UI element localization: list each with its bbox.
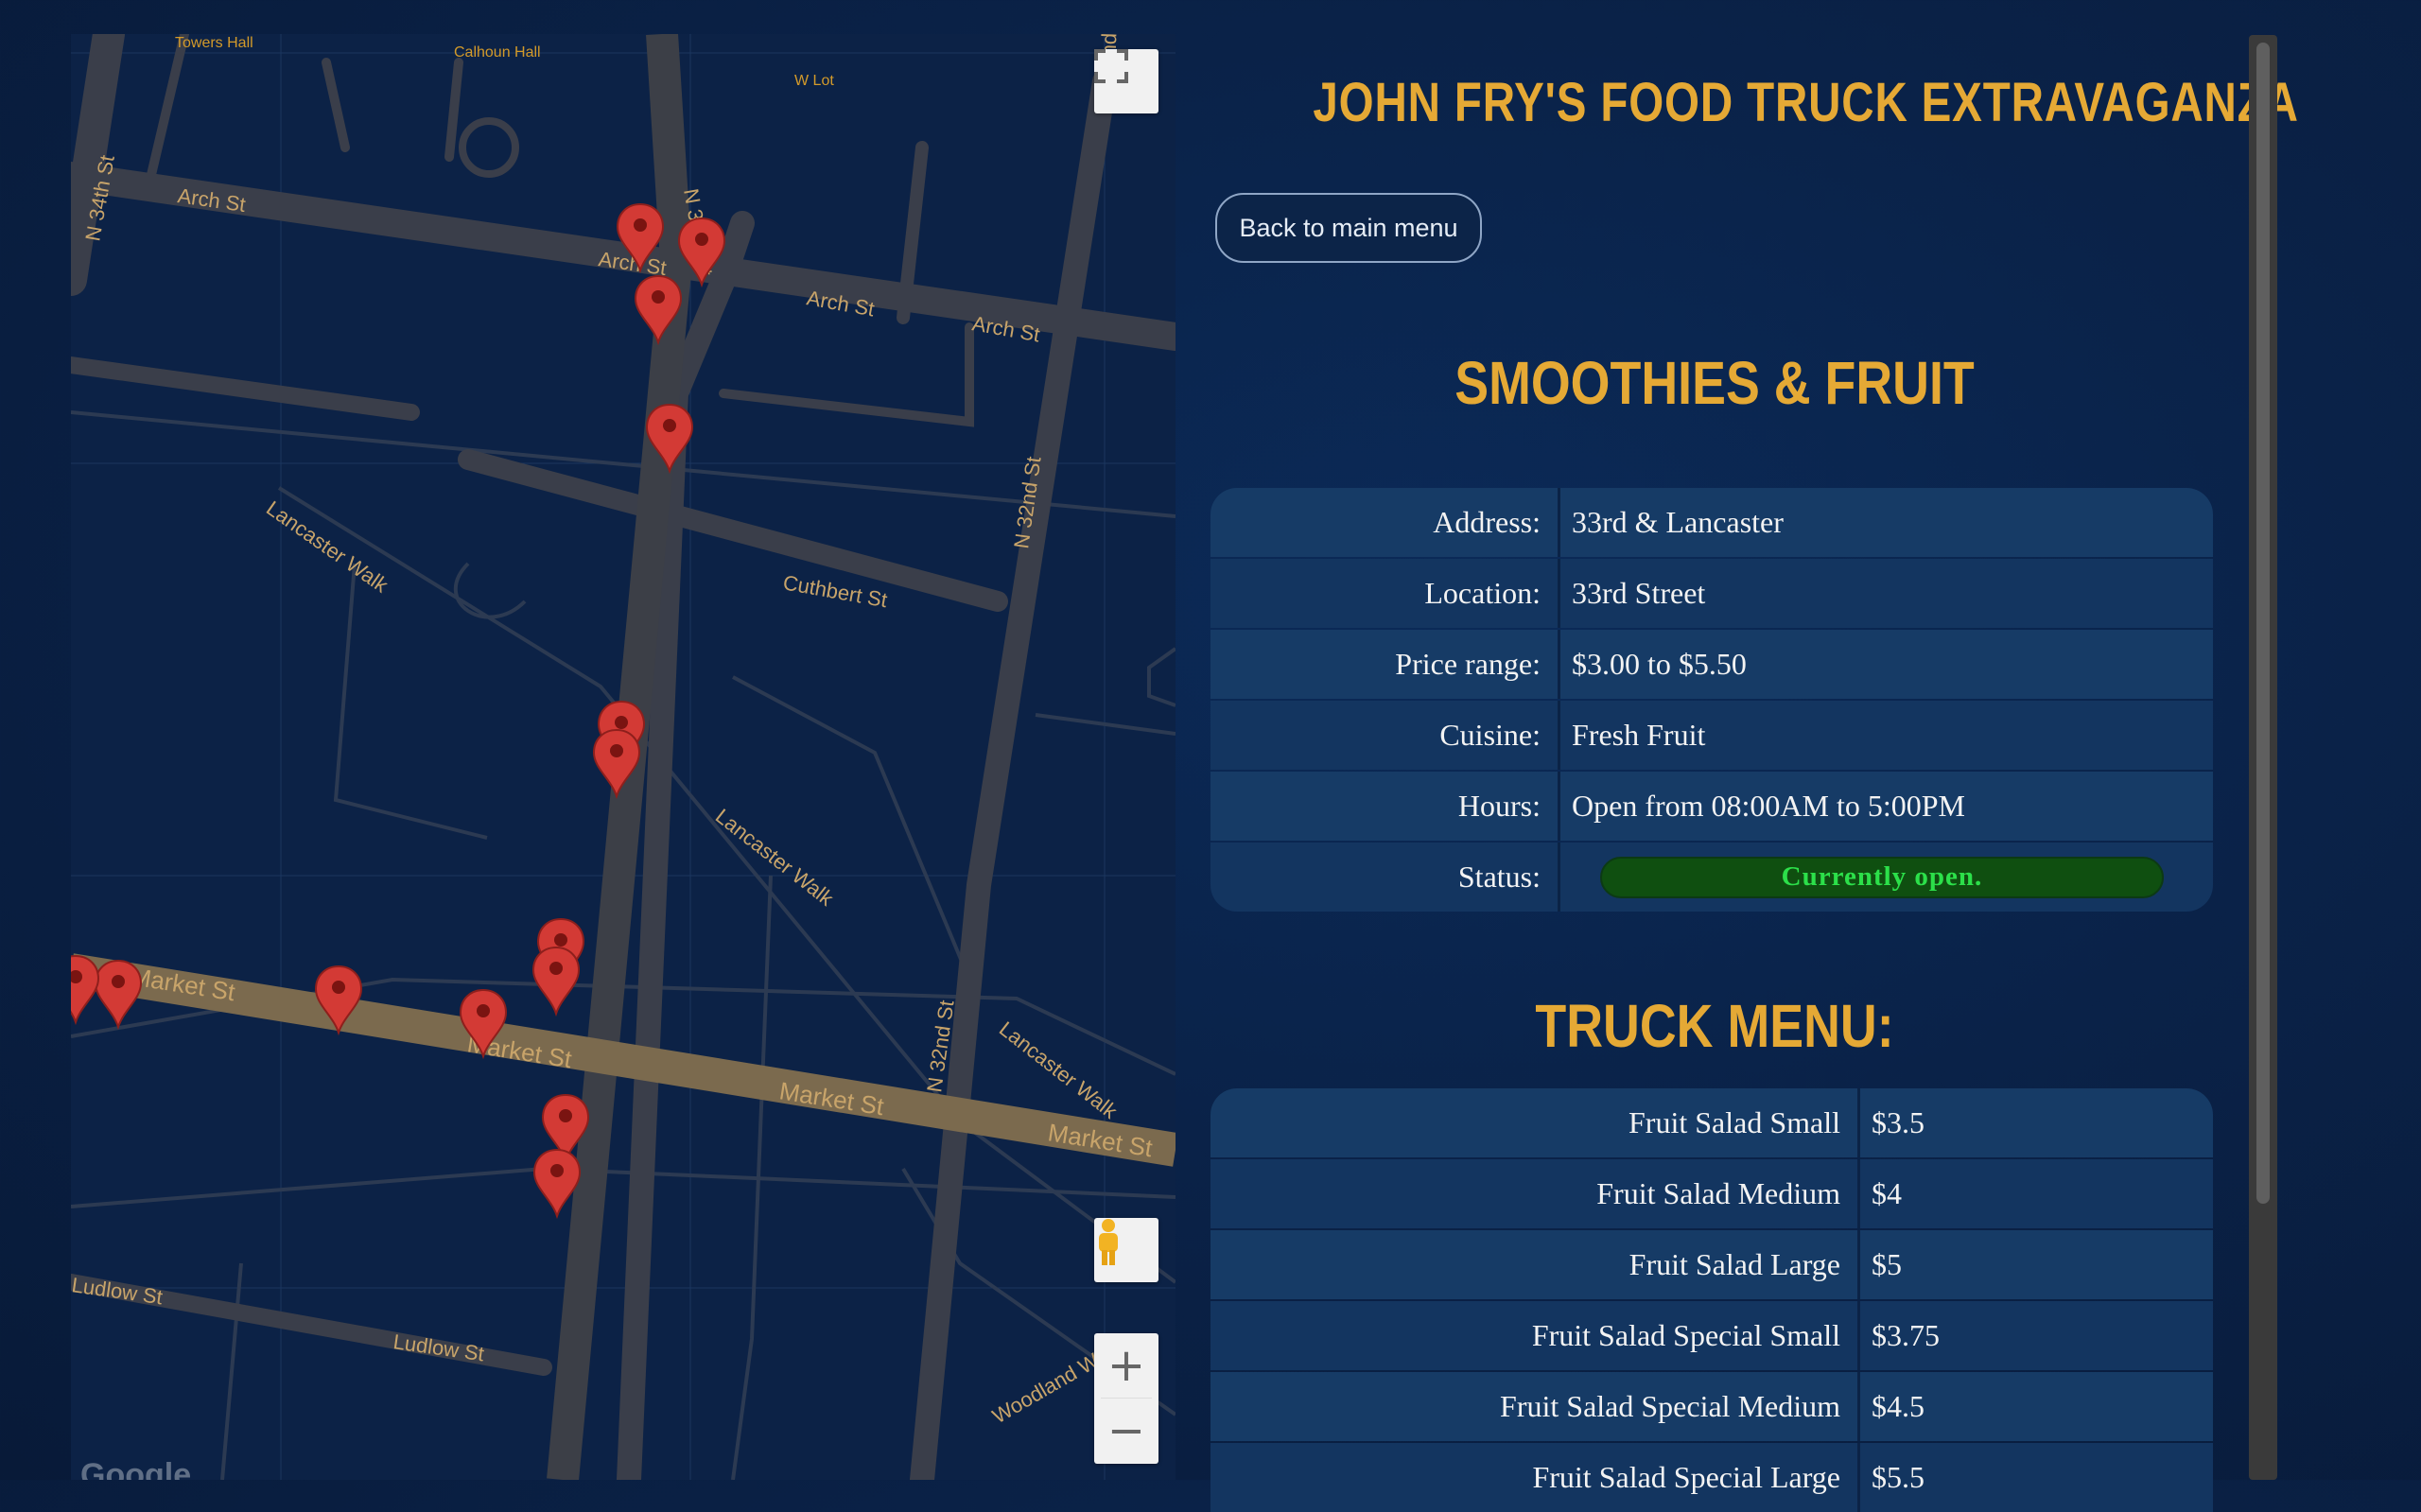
info-row-price-range: Price range: $3.00 to $5.50 bbox=[1210, 630, 2213, 699]
menu-item-price: $4 bbox=[1872, 1176, 1902, 1210]
zoom-out-icon: − bbox=[1106, 1404, 1146, 1457]
map-label: W Lot bbox=[794, 73, 834, 89]
back-to-main-menu-button[interactable]: Back to main menu bbox=[1215, 193, 1482, 263]
menu-item-name: Fruit Salad Small bbox=[1210, 1088, 1860, 1157]
info-row-location: Location: 33rd Street bbox=[1210, 559, 2213, 628]
info-row-address: Address: 33rd & Lancaster bbox=[1210, 488, 2213, 557]
page-title: JOHN FRY'S FOOD TRUCK EXTRAVAGANZA bbox=[1313, 72, 2299, 133]
menu-item-price: $3.5 bbox=[1872, 1105, 1925, 1139]
zoom-control: + − bbox=[1094, 1333, 1158, 1464]
zoom-out-button[interactable]: − bbox=[1094, 1399, 1158, 1463]
menu-item-price: $5 bbox=[1872, 1247, 1902, 1281]
zoom-in-icon: + bbox=[1106, 1339, 1146, 1392]
info-label: Location: bbox=[1210, 559, 1560, 628]
zoom-in-button[interactable]: + bbox=[1094, 1333, 1158, 1398]
menu-item-name: Fruit Salad Large bbox=[1210, 1230, 1860, 1299]
info-value: 33rd & Lancaster bbox=[1572, 505, 1784, 539]
map-label: Towers Hall bbox=[175, 35, 253, 51]
fullscreen-icon bbox=[1094, 49, 1128, 83]
truck-details-panel: JOHN FRY'S FOOD TRUCK EXTRAVAGANZA Back … bbox=[1176, 0, 2299, 1512]
street-view-button[interactable] bbox=[1094, 1218, 1158, 1282]
fullscreen-button[interactable] bbox=[1094, 49, 1158, 113]
menu-row: Fruit Salad Large $5 bbox=[1210, 1230, 2213, 1299]
menu-table: Fruit Salad Small $3.5 Fruit Salad Mediu… bbox=[1210, 1088, 2213, 1512]
menu-item-name: Fruit Salad Special Medium bbox=[1210, 1372, 1860, 1441]
map-label: Calhoun Hall bbox=[454, 44, 541, 61]
info-label: Cuisine: bbox=[1210, 701, 1560, 770]
scrollbar-thumb[interactable] bbox=[2256, 43, 2270, 1204]
info-value: 33rd Street bbox=[1572, 576, 1706, 610]
info-label: Hours: bbox=[1210, 772, 1560, 841]
status-cell: Currently open. bbox=[1560, 843, 2213, 912]
menu-item-name: Fruit Salad Medium bbox=[1210, 1159, 1860, 1228]
map-label: Ludlow St bbox=[71, 1273, 164, 1309]
info-label: Price range: bbox=[1210, 630, 1560, 699]
info-value: Open from 08:00AM to 5:00PM bbox=[1572, 789, 1965, 823]
pegman-icon bbox=[1099, 1219, 1118, 1265]
map[interactable]: Towers Hall Calhoun Hall W Lot N 34th St… bbox=[71, 34, 1176, 1480]
menu-item-price: $3.75 bbox=[1872, 1318, 1940, 1352]
info-row-cuisine: Cuisine: Fresh Fruit bbox=[1210, 701, 2213, 770]
status-badge: Currently open. bbox=[1600, 856, 2164, 898]
menu-item-price: $5.5 bbox=[1872, 1460, 1925, 1494]
map-canvas[interactable]: Towers Hall Calhoun Hall W Lot N 34th St… bbox=[71, 34, 1176, 1480]
info-value: $3.00 to $5.50 bbox=[1572, 647, 1747, 681]
menu-item-name: Fruit Salad Special Small bbox=[1210, 1301, 1860, 1370]
info-row-status: Status: Currently open. bbox=[1210, 843, 2213, 912]
menu-row: Fruit Salad Small $3.5 bbox=[1210, 1088, 2213, 1157]
menu-row: Fruit Salad Special Large $5.5 bbox=[1210, 1443, 2213, 1512]
google-logo: Google bbox=[80, 1457, 192, 1480]
map-label: Ludlow St bbox=[392, 1330, 485, 1365]
menu-item-price: $4.5 bbox=[1872, 1389, 1925, 1423]
truck-info-table: Address: 33rd & Lancaster Location: 33rd… bbox=[1210, 488, 2213, 912]
info-label: Status: bbox=[1210, 843, 1560, 912]
info-row-hours: Hours: Open from 08:00AM to 5:00PM bbox=[1210, 772, 2213, 841]
map-pin-icon[interactable] bbox=[95, 960, 142, 1028]
truck-name: SMOOTHIES & FRUIT bbox=[1454, 349, 1975, 417]
menu-row: Fruit Salad Medium $4 bbox=[1210, 1159, 2213, 1228]
menu-item-name: Fruit Salad Special Large bbox=[1210, 1443, 1860, 1512]
map-pin-icon[interactable] bbox=[532, 947, 580, 1015]
info-label: Address: bbox=[1210, 488, 1560, 557]
menu-title: TRUCK MENU: bbox=[1535, 992, 1894, 1060]
menu-row: Fruit Salad Special Small $3.75 bbox=[1210, 1301, 2213, 1370]
page-scrollbar[interactable] bbox=[2249, 35, 2277, 1480]
menu-row: Fruit Salad Special Medium $4.5 bbox=[1210, 1372, 2213, 1441]
map-pin-icon[interactable] bbox=[71, 955, 99, 1023]
info-value: Fresh Fruit bbox=[1572, 718, 1706, 752]
